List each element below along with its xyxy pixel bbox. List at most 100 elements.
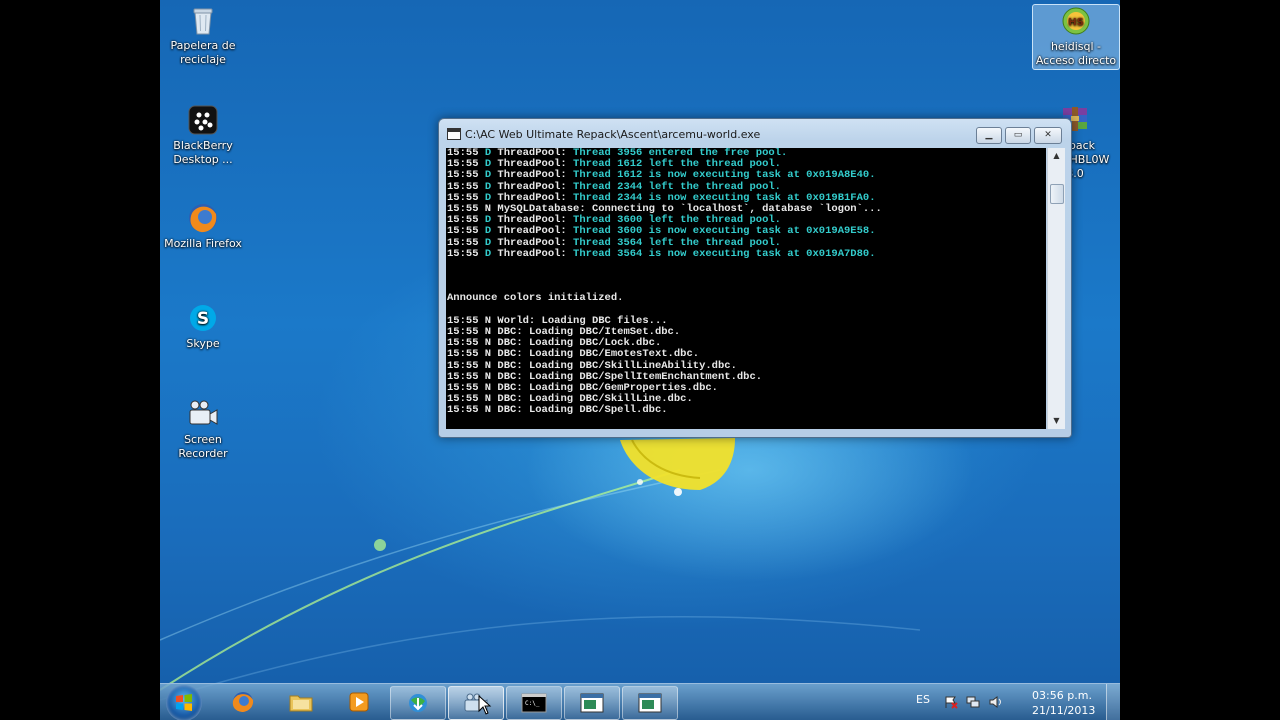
console-line-message: Loading DBC files... (541, 314, 668, 327)
console-window-icon (447, 128, 461, 140)
console-line-prefix: 15:55 N (447, 337, 498, 350)
desktop-icon-label: BlackBerry Desktop ... (173, 139, 233, 166)
title-bar[interactable]: C:\AC Web Ultimate Repack\Ascent\arcemu-… (439, 119, 1071, 147)
desktop-icon-screen-recorder[interactable]: Screen Recorder (160, 398, 246, 461)
skype-icon: S (190, 305, 216, 331)
taskbar-screen-recorder[interactable] (448, 686, 504, 720)
console-line-prefix: 15:55 N (447, 393, 498, 406)
recycle-bin-icon (193, 8, 213, 35)
console-line-tag: Announce colors initialized. (447, 292, 624, 305)
console-line-message: Thread 3564 left the thread pool. (573, 236, 781, 249)
console-line-tag: ThreadPool: (497, 247, 574, 260)
file-explorer-icon (289, 695, 313, 712)
taskbar-file-explorer[interactable] (274, 686, 328, 718)
vertical-scrollbar[interactable]: ▲ ▼ (1047, 148, 1065, 429)
console-line-prefix: 15:55 N (447, 202, 498, 215)
console-line-prefix: 15:55 D (447, 158, 498, 171)
desktop-icon-label: Mozilla Firefox (164, 237, 242, 250)
screen-recorder-icon (189, 400, 218, 425)
console-line-tag: ThreadPool: (497, 214, 574, 227)
window-title: C:\AC Web Ultimate Repack\Ascent\arcemu-… (465, 128, 761, 141)
mouse-cursor-icon (478, 695, 492, 715)
network-icon[interactable] (966, 695, 980, 709)
taskbar-console-window-2[interactable] (622, 686, 678, 720)
language-indicator[interactable]: ES (916, 693, 930, 706)
console-window-icon (580, 693, 604, 713)
console-line-message: Thread 3600 left the thread pool. (573, 214, 781, 227)
console-line-tag: MySQLDatabase: (497, 202, 592, 215)
console-line-prefix: 15:55 N (447, 370, 498, 383)
start-button[interactable] (166, 685, 202, 720)
console-line-message: Loading DBC/GemProperties.dbc. (528, 381, 718, 394)
console-line-tag: ThreadPool: (497, 225, 574, 238)
scroll-up-arrow-icon[interactable]: ▲ (1048, 148, 1065, 164)
console-line: Announce colors initialized. (447, 293, 882, 304)
console-line-prefix: 15:55 N (447, 348, 498, 361)
console-window[interactable]: C:\AC Web Ultimate Repack\Ascent\arcemu-… (438, 118, 1072, 438)
maximize-button[interactable]: ▭ (1005, 127, 1031, 144)
console-line-tag: ThreadPool: (497, 191, 574, 204)
scroll-thumb[interactable] (1050, 184, 1064, 204)
desktop-icon-blackberry[interactable]: BlackBerry Desktop ... (160, 104, 246, 167)
console-line: 15:55 N DBC: Loading DBC/Spell.dbc. (447, 405, 882, 416)
console-line-prefix: 15:55 D (447, 247, 498, 260)
desktop-icon-label: Papelera de reciclaje (170, 39, 236, 66)
taskbar: C:\_ ES 03:56 p.m. 21/11/2013 (160, 683, 1120, 720)
console-line-message: Thread 3600 is now executing task at 0x0… (573, 225, 876, 238)
taskbar-firefox[interactable] (216, 686, 270, 718)
console-output[interactable]: 15:55 D ThreadPool: Thread 3956 entered … (446, 148, 1046, 429)
desktop-icon-label: Skype (186, 337, 220, 350)
console-line-prefix: 15:55 N (447, 326, 498, 338)
taskbar-command-prompt[interactable]: C:\_ (506, 686, 562, 720)
console-line-tag: ThreadPool: (497, 236, 574, 249)
console-line-tag: DBC: (497, 326, 529, 338)
console-line-tag: DBC: (497, 404, 529, 417)
firefox-icon (189, 204, 217, 233)
console-line-prefix: 15:55 D (447, 225, 498, 238)
console-line-prefix: 15:55 D (447, 191, 498, 204)
console-line-message: Thread 3564 is now executing task at 0x0… (573, 247, 876, 260)
console-line-message: Thread 2344 is now executing task at 0x0… (573, 191, 876, 204)
clock[interactable]: 03:56 p.m. 21/11/2013 (1032, 688, 1095, 718)
taskbar-console-window-1[interactable] (564, 686, 620, 720)
show-desktop-button[interactable] (1106, 684, 1120, 720)
console-line-tag: ThreadPool: (497, 169, 574, 182)
taskbar-internet-download[interactable] (390, 686, 446, 720)
speaker-icon[interactable] (988, 695, 1002, 709)
console-line-tag: DBC: (497, 370, 529, 383)
desktop-icon-skype[interactable]: S Skype (160, 302, 246, 351)
console-line-prefix: 15:55 N (447, 381, 498, 394)
console-line-tag: DBC: (497, 381, 529, 394)
console-line-tag: DBC: (497, 337, 529, 350)
console-line-prefix: 15:55 D (447, 169, 498, 182)
console-window-icon (638, 693, 662, 713)
command-prompt-icon: C:\_ (521, 693, 547, 713)
console-line-prefix: 15:55 N (447, 314, 498, 327)
desktop-icon-recycle-bin[interactable]: Papelera de reciclaje (160, 4, 246, 67)
console-line-message: Loading DBC/ItemSet.dbc. (528, 326, 681, 338)
console-line-message: Connecting to `localhost`, database `log… (591, 202, 882, 215)
desktop-icon-label: Screen Recorder (178, 433, 228, 460)
windows-logo-icon (176, 694, 192, 711)
desktop-icon-label: heidisql - Acceso directo (1035, 40, 1117, 67)
internet-download-icon (409, 694, 427, 712)
console-line-message: Thread 1612 left the thread pool. (573, 158, 781, 171)
console-line-message: Loading DBC/Spell.dbc. (528, 404, 668, 417)
svg-text:C:\_: C:\_ (525, 700, 540, 707)
console-line-tag: ThreadPool: (497, 180, 574, 193)
scroll-down-arrow-icon[interactable]: ▼ (1048, 413, 1065, 429)
console-line-message: Loading DBC/SkillLine.dbc. (528, 393, 693, 406)
console-line-prefix: 15:55 D (447, 214, 498, 227)
desktop: Papelera de reciclaje BlackBerry Desktop… (160, 0, 1120, 720)
console-line-prefix: 15:55 D (447, 236, 498, 249)
taskbar-media-player[interactable] (332, 686, 386, 718)
minimize-button[interactable]: ▁ (976, 127, 1002, 144)
console-line-prefix: 15:55 N (447, 404, 498, 417)
svg-text:HS: HS (1068, 17, 1084, 28)
desktop-icon-heidisql[interactable]: HS heidisql - Acceso directo (1032, 4, 1120, 70)
console-line-tag: World: (497, 314, 542, 327)
close-button[interactable]: ✕ (1034, 127, 1062, 144)
notification-flag-icon[interactable] (944, 695, 958, 709)
desktop-icon-firefox[interactable]: Mozilla Firefox (160, 202, 246, 251)
console-line-message: Loading DBC/SpellItemEnchantment.dbc. (528, 370, 763, 383)
